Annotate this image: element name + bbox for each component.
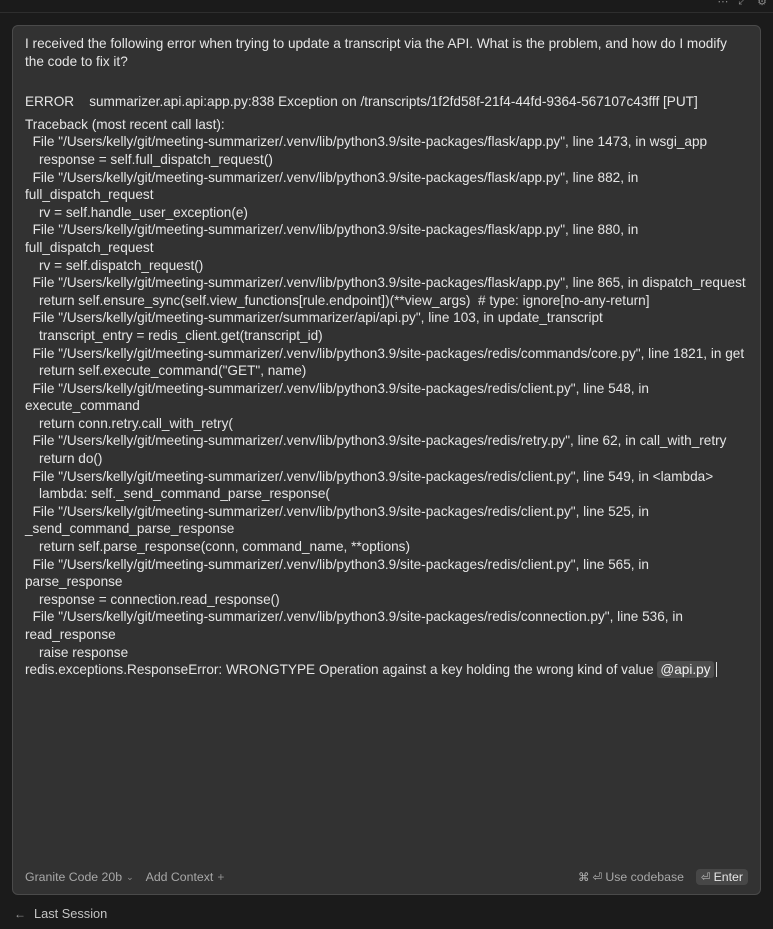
traceback-frame-file: File "/Users/kelly/git/meeting-summarize… [25, 345, 745, 361]
input-footer: Granite Code 20b ⌄ Add Context + ⌘ ⏎ Use… [25, 868, 748, 886]
error-header: ERROR summarizer.api.api:app.py:838 Exce… [25, 94, 698, 110]
traceback-title: Traceback (most recent call last): [25, 116, 225, 132]
traceback-frame-code: response = self.full_dispatch_request() [39, 151, 273, 167]
settings-icon[interactable]: ⚙ [757, 0, 767, 8]
model-name: Granite Code 20b [25, 870, 123, 884]
traceback-frame-code: rv = self.handle_user_exception(e) [39, 204, 248, 220]
traceback-frame-file: File "/Users/kelly/git/meeting-summarize… [25, 134, 708, 150]
traceback-frame-file: File "/Users/kelly/git/meeting-summarize… [25, 503, 653, 537]
traceback-frame-file: File "/Users/kelly/git/meeting-summarize… [25, 169, 643, 203]
traceback-frame-file: File "/Users/kelly/git/meeting-summarize… [25, 275, 746, 291]
enter-label: Enter [713, 870, 743, 884]
use-codebase-shortcut: ⌘ ⏎ [577, 872, 603, 884]
traceback-frame-code: return self.execute_command("GET", name) [39, 363, 307, 379]
text-caret [715, 662, 717, 678]
final-error-line: redis.exceptions.ResponseError: WRONGTYP… [25, 661, 747, 679]
more-icon[interactable]: ⋯ [717, 0, 728, 8]
traceback-frame-code: return self.ensure_sync(self.view_functi… [39, 292, 650, 308]
traceback-frame-code: lambda: self._send_command_parse_respons… [39, 486, 330, 502]
traceback-frames: File "/Users/kelly/git/meeting-summarize… [25, 133, 747, 661]
traceback-frame-code: return conn.retry.call_with_retry( [39, 415, 233, 431]
chat-input-box[interactable]: I received the following error when tryi… [12, 25, 761, 895]
plus-icon: + [217, 870, 225, 884]
chat-input-content[interactable]: I received the following error when tryi… [25, 35, 747, 679]
traceback-frame-code: rv = self.dispatch_request() [39, 257, 204, 273]
traceback-frame-file: File "/Users/kelly/git/meeting-summarize… [25, 468, 714, 484]
traceback-frame-file: File "/Users/kelly/git/meeting-summarize… [25, 380, 653, 414]
chevron-down-icon: ⌄ [126, 871, 134, 882]
traceback-frame-code: return self.parse_response(conn, command… [39, 539, 411, 555]
last-session-label: Last Session [34, 906, 108, 921]
use-codebase-label: Use codebase [605, 870, 684, 884]
traceback-frame-file: File "/Users/kelly/git/meeting-summarize… [25, 310, 603, 326]
model-selector[interactable]: Granite Code 20b ⌄ [25, 870, 134, 884]
top-toolbar: ⋯ ⤢ ⚙ [0, 0, 773, 13]
arrow-left-icon: ← [14, 906, 26, 921]
last-session-link[interactable]: ← Last Session [14, 906, 107, 921]
traceback-frame-code: response = connection.read_response() [39, 591, 280, 607]
file-mention[interactable]: @api.py [657, 661, 714, 679]
traceback-frame-code: return do() [39, 451, 103, 467]
traceback-frame-code: raise response [39, 644, 129, 660]
traceback-frame-file: File "/Users/kelly/git/meeting-summarize… [25, 609, 687, 642]
traceback-frame-file: File "/Users/kelly/git/meeting-summarize… [25, 433, 727, 449]
enter-key-icon: ⏎ [700, 872, 711, 884]
enter-button[interactable]: ⏎ Enter [695, 869, 748, 885]
final-error-text: redis.exceptions.ResponseError: WRONGTYP… [25, 662, 658, 678]
toolbar-icons: ⋯ ⤢ ⚙ [717, 0, 767, 8]
traceback-frame-file: File "/Users/kelly/git/meeting-summarize… [25, 222, 643, 255]
add-context-label: Add Context [145, 870, 214, 884]
traceback-frame-file: File "/Users/kelly/git/meeting-summarize… [25, 556, 653, 590]
use-codebase-button[interactable]: ⌘ ⏎ Use codebase [578, 870, 684, 884]
prompt-intro: I received the following error when tryi… [25, 36, 731, 69]
traceback-frame-code: transcript_entry = redis_client.get(tran… [39, 327, 323, 343]
expand-icon[interactable]: ⤢ [738, 0, 747, 8]
add-context-button[interactable]: Add Context + [146, 870, 225, 884]
